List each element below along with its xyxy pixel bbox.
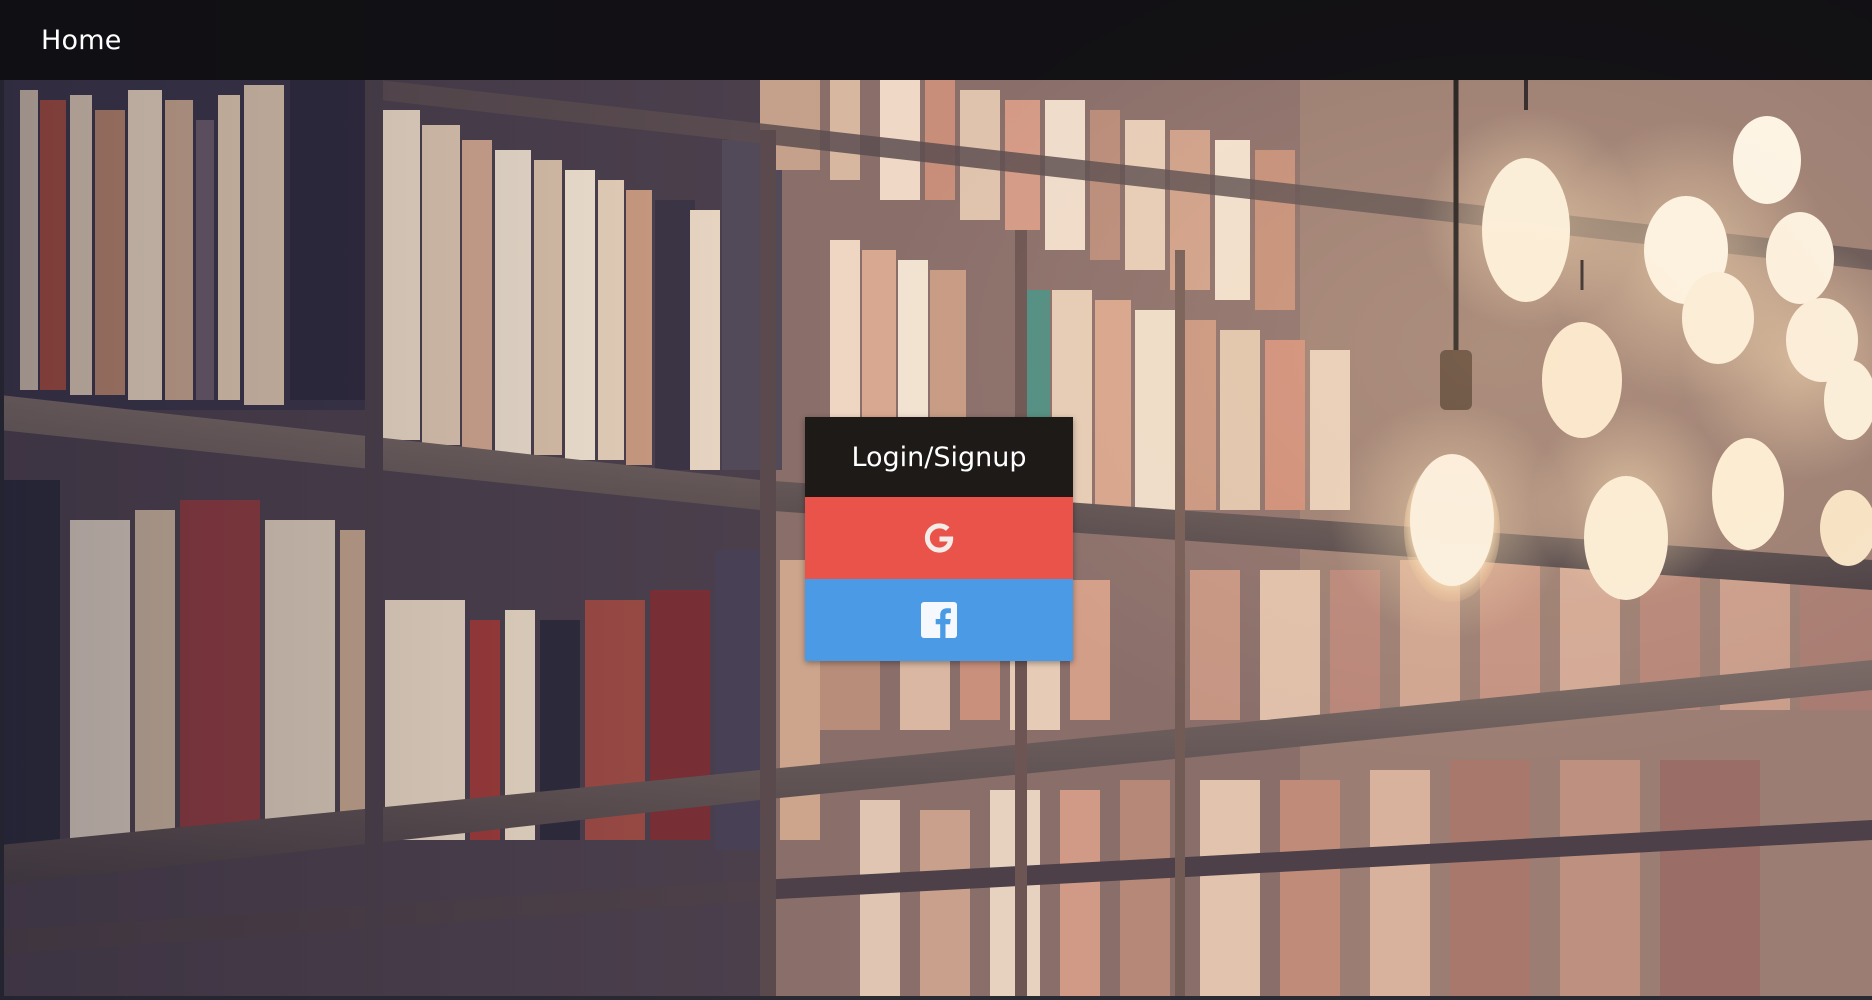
facebook-login-button[interactable]: [805, 579, 1073, 661]
login-panel: Login/Signup: [805, 417, 1073, 661]
google-icon: [919, 518, 959, 558]
nav-home-link[interactable]: Home: [41, 25, 122, 56]
page: Home Login/Signup: [0, 0, 1872, 1000]
facebook-icon: [921, 602, 957, 638]
login-title: Login/Signup: [805, 417, 1073, 497]
top-navbar: Home: [0, 0, 1872, 80]
google-login-button[interactable]: [805, 497, 1073, 579]
